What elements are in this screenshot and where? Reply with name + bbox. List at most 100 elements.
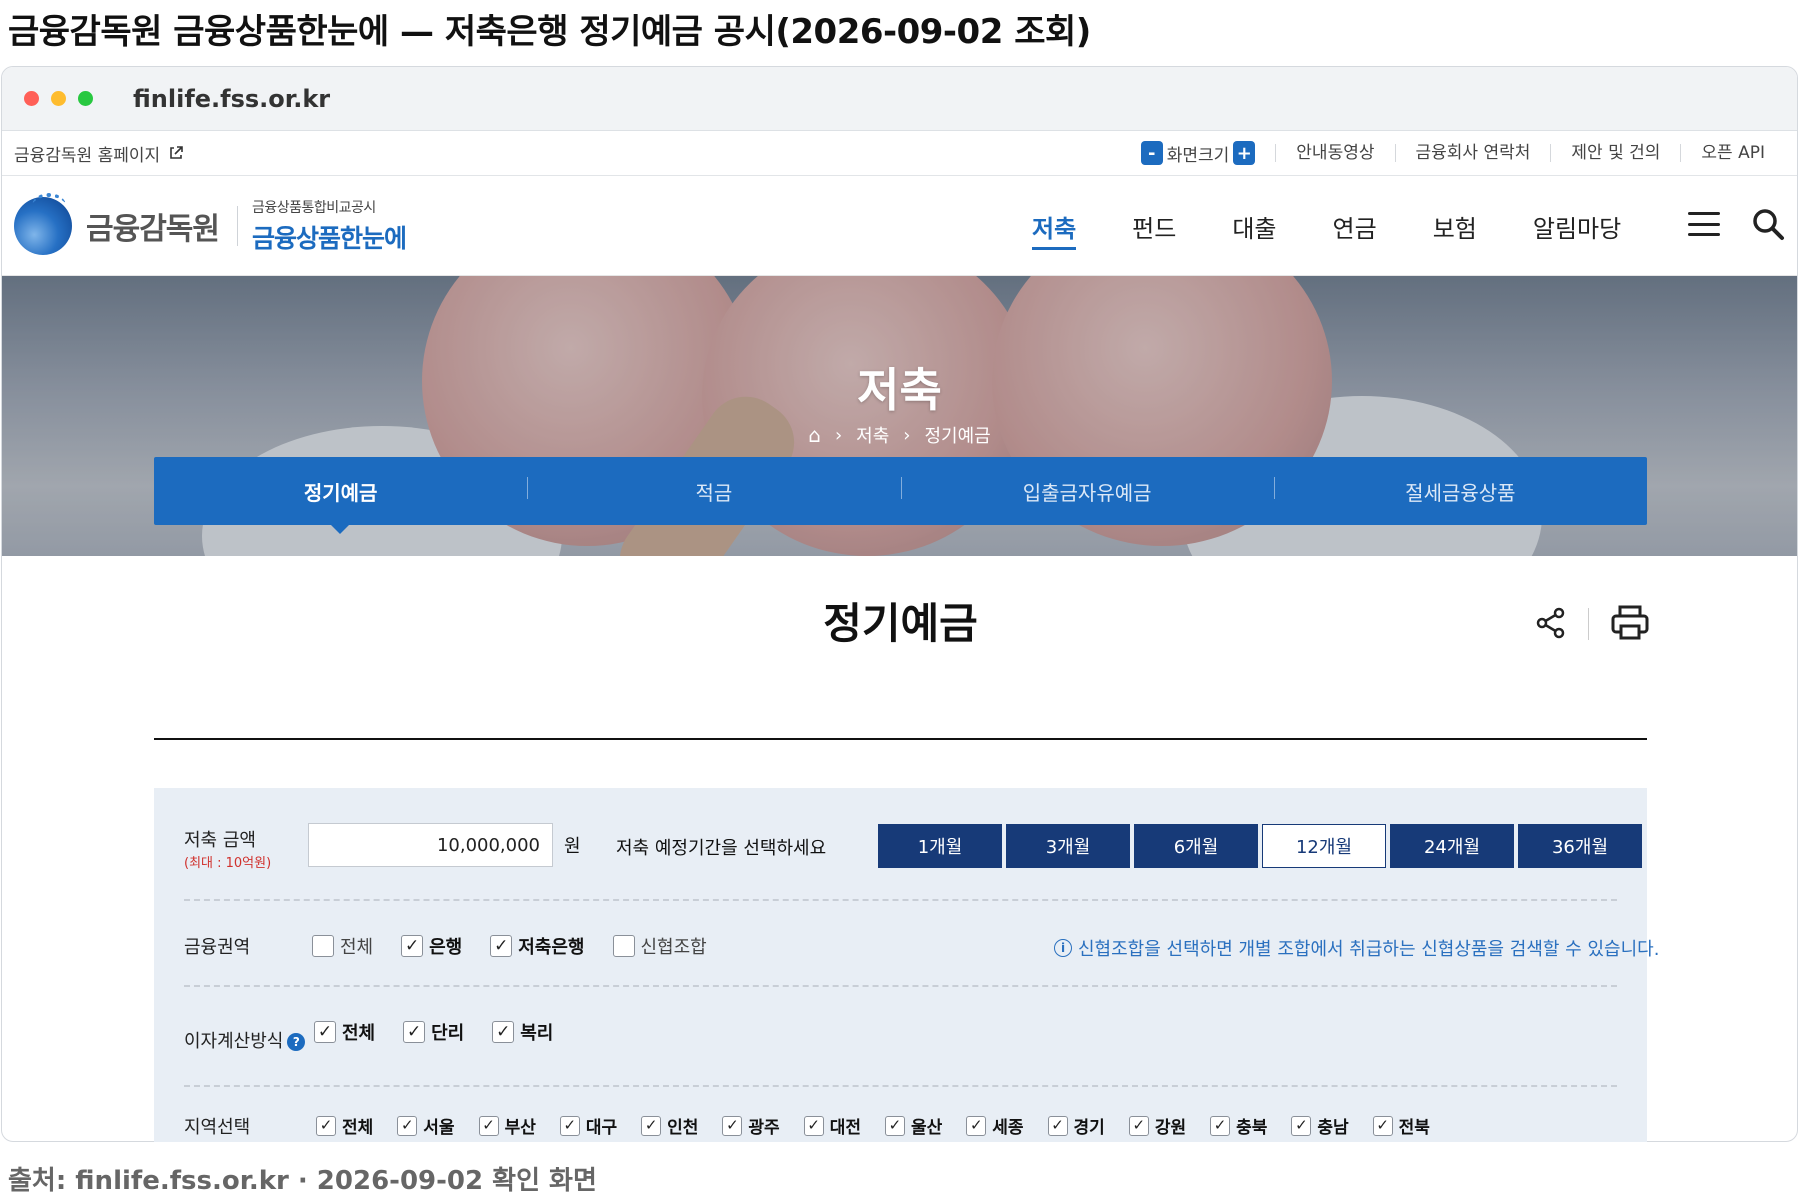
nav-fund[interactable]: 펀드 (1132, 176, 1176, 276)
region-checkbox-all[interactable]: ✓ 전체 (316, 1113, 373, 1138)
region-checkbox-busan[interactable]: ✓ 부산 (478, 1113, 536, 1138)
amount-input[interactable] (308, 823, 553, 867)
interest-checkboxes: ✓ 전체 ✓ 단리 ✓ 복리 (314, 1019, 581, 1045)
filter-row-amount: 저축 금액 (최대 : 10억원) 원 저축 예정기간을 선택하세요 1개월 3… (184, 788, 1642, 901)
period-1m-button[interactable]: 1개월 (878, 824, 1002, 868)
checkbox-label: 충남 (1317, 1118, 1349, 1138)
check-mark-icon[interactable]: ✓ (397, 1115, 418, 1136)
check-mark-icon[interactable]: ✓ (490, 935, 513, 957)
fss-logo-emblem-icon (14, 192, 72, 255)
check-mark-icon[interactable]: ✓ (884, 1115, 905, 1136)
sector-bank-checkbox[interactable]: ✓ 은행 (401, 933, 462, 959)
close-window-dot[interactable] (24, 91, 39, 106)
region-checkbox-gwangju[interactable]: ✓ 광주 (722, 1113, 780, 1138)
check-mark-icon[interactable]: ✓ (401, 935, 424, 957)
checkbox-label: 경기 (1073, 1118, 1105, 1138)
period-36m-button[interactable]: 36개월 (1518, 824, 1642, 868)
nav-savings[interactable]: 저축 (1032, 176, 1077, 276)
guide-video-link[interactable]: 안내동영상 (1275, 144, 1394, 162)
hamburger-menu-icon[interactable] (1688, 212, 1720, 236)
print-icon[interactable] (1610, 604, 1650, 642)
check-mark-icon[interactable]: ✓ (803, 1115, 824, 1136)
amount-unit: 원 (564, 836, 581, 857)
tab-tax-saving-products[interactable]: 절세금융상품 (1273, 476, 1647, 506)
checkbox-box[interactable] (312, 935, 334, 957)
checkbox-box[interactable] (612, 935, 635, 957)
check-mark-icon[interactable]: ✓ (314, 1021, 336, 1043)
region-checkbox-ulsan[interactable]: ✓ 울산 (884, 1113, 942, 1138)
fss-home-link[interactable]: 금융감독원 홈페이지 (14, 141, 184, 166)
check-mark-icon[interactable]: ✓ (403, 1021, 426, 1043)
search-filter-panel: 저축 금액 (최대 : 10억원) 원 저축 예정기간을 선택하세요 1개월 3… (154, 788, 1659, 1142)
checkbox-label: 전체 (340, 937, 374, 958)
sector-all-checkbox[interactable]: 전체 (312, 933, 373, 959)
region-checkbox-gangwon[interactable]: ✓ 강원 (1128, 1113, 1186, 1138)
suggestion-link[interactable]: 제안 및 건의 (1550, 144, 1680, 162)
open-api-link[interactable]: 오픈 API (1680, 144, 1785, 162)
logo-divider (237, 205, 238, 246)
search-icon[interactable] (1750, 206, 1786, 242)
check-mark-icon[interactable]: ✓ (1128, 1115, 1149, 1136)
tab-time-deposit[interactable]: 정기예금 (154, 477, 527, 506)
content-title-row: 정기예금 (154, 590, 1650, 740)
breadcrumb-item-savings[interactable]: 저축 (856, 422, 889, 448)
region-checkbox-incheon[interactable]: ✓ 인천 (641, 1113, 698, 1138)
check-mark-icon[interactable]: ✓ (966, 1115, 987, 1136)
nav-insurance[interactable]: 보험 (1433, 176, 1477, 276)
sector-savings-bank-checkbox[interactable]: ✓ 저축은행 (490, 933, 585, 959)
interest-method-label-text: 이자계산방식 (184, 1031, 284, 1052)
logo-service-subtitle: 금융상품통합비교공시 (252, 199, 376, 216)
sector-credit-union-checkbox[interactable]: 신협조합 (612, 933, 707, 959)
address-bar-url[interactable]: finlife.fss.or.kr (133, 85, 330, 113)
help-icon[interactable]: ? (287, 1033, 306, 1051)
share-icon[interactable] (1534, 606, 1568, 640)
site-logo[interactable]: 금융감독원 금융상품통합비교공시 금융상품한눈에 (14, 192, 407, 255)
check-mark-icon[interactable]: ✓ (1047, 1115, 1068, 1136)
region-checkbox-chungbuk[interactable]: ✓ 충북 (1210, 1113, 1267, 1138)
nav-pension[interactable]: 연금 (1333, 176, 1377, 276)
region-checkbox-daejeon[interactable]: ✓ 대전 (803, 1113, 861, 1138)
interest-all-checkbox[interactable]: ✓ 전체 (314, 1019, 375, 1045)
period-24m-button[interactable]: 24개월 (1390, 824, 1514, 868)
region-checkbox-daegu[interactable]: ✓ 대구 (559, 1113, 617, 1138)
checkbox-label: 저축은행 (518, 937, 585, 958)
company-contacts-link[interactable]: 금융회사 연락처 (1394, 144, 1551, 162)
period-12m-button[interactable]: 12개월 (1262, 824, 1386, 868)
source-caption: 출처: finlife.fss.or.kr · 2026-09-02 확인 화면 (8, 1166, 597, 1194)
check-mark-icon[interactable]: ✓ (559, 1115, 580, 1136)
region-checkbox-chungnam[interactable]: ✓ 충남 (1291, 1113, 1349, 1138)
region-checkboxes: ✓ 전체 ✓ 서울 ✓ 부산 ✓ 대구 ✓ 인천 ✓ 광주 ✓ 대전 ✓ 울산 ✓ 세종 ✓ 경기 … (316, 1113, 1454, 1138)
check-mark-icon[interactable]: ✓ (478, 1115, 499, 1136)
region-checkbox-seoul[interactable]: ✓ 서울 (397, 1113, 455, 1138)
period-3m-button[interactable]: 3개월 (1006, 824, 1130, 868)
region-checkbox-gyeonggi[interactable]: ✓ 경기 (1047, 1113, 1105, 1138)
tab-demand-deposit[interactable]: 입출금자유예금 (900, 476, 1274, 506)
interest-simple-checkbox[interactable]: ✓ 단리 (403, 1019, 464, 1045)
home-icon[interactable]: ⌂ (808, 423, 821, 447)
check-mark-icon[interactable]: ✓ (316, 1115, 336, 1136)
zoom-in-button[interactable]: + (1233, 141, 1256, 165)
region-checkbox-jeonbuk[interactable]: ✓ 전북 (1372, 1113, 1430, 1138)
filter-row-sector: 금융권역 전체 ✓ 은행 ✓ 저축은행 신협조합 i 신협조합을 선택하면 개별 조… (184, 901, 1659, 987)
region-checkbox-sejong[interactable]: ✓ 세종 (966, 1113, 1024, 1138)
logo-service-name: 금융상품통합비교공시 금융상품한눈에 (252, 197, 407, 255)
check-mark-icon[interactable]: ✓ (1291, 1115, 1312, 1136)
zoom-out-button[interactable]: - (1140, 141, 1163, 165)
browser-chrome: finlife.fss.or.kr (2, 67, 1797, 131)
maximize-window-dot[interactable] (78, 91, 93, 106)
check-mark-icon[interactable]: ✓ (1210, 1115, 1231, 1136)
minimize-window-dot[interactable] (51, 91, 66, 106)
check-mark-icon[interactable]: ✓ (492, 1021, 515, 1043)
breadcrumb-item-deposit[interactable]: 정기예금 (924, 422, 990, 448)
checkbox-label: 전체 (342, 1118, 374, 1138)
check-mark-icon[interactable]: ✓ (722, 1115, 743, 1136)
check-mark-icon[interactable]: ✓ (641, 1115, 662, 1136)
nav-notice[interactable]: 알림마당 (1533, 176, 1621, 276)
period-6m-button[interactable]: 6개월 (1134, 824, 1258, 868)
nav-loan[interactable]: 대출 (1232, 176, 1276, 276)
check-mark-icon[interactable]: ✓ (1372, 1115, 1393, 1136)
tab-installment-savings[interactable]: 적금 (527, 476, 900, 506)
interest-compound-checkbox[interactable]: ✓ 복리 (492, 1019, 553, 1045)
checkbox-label: 신협조합 (640, 937, 707, 958)
logo-service-title: 금융상품한눈에 (252, 223, 407, 253)
